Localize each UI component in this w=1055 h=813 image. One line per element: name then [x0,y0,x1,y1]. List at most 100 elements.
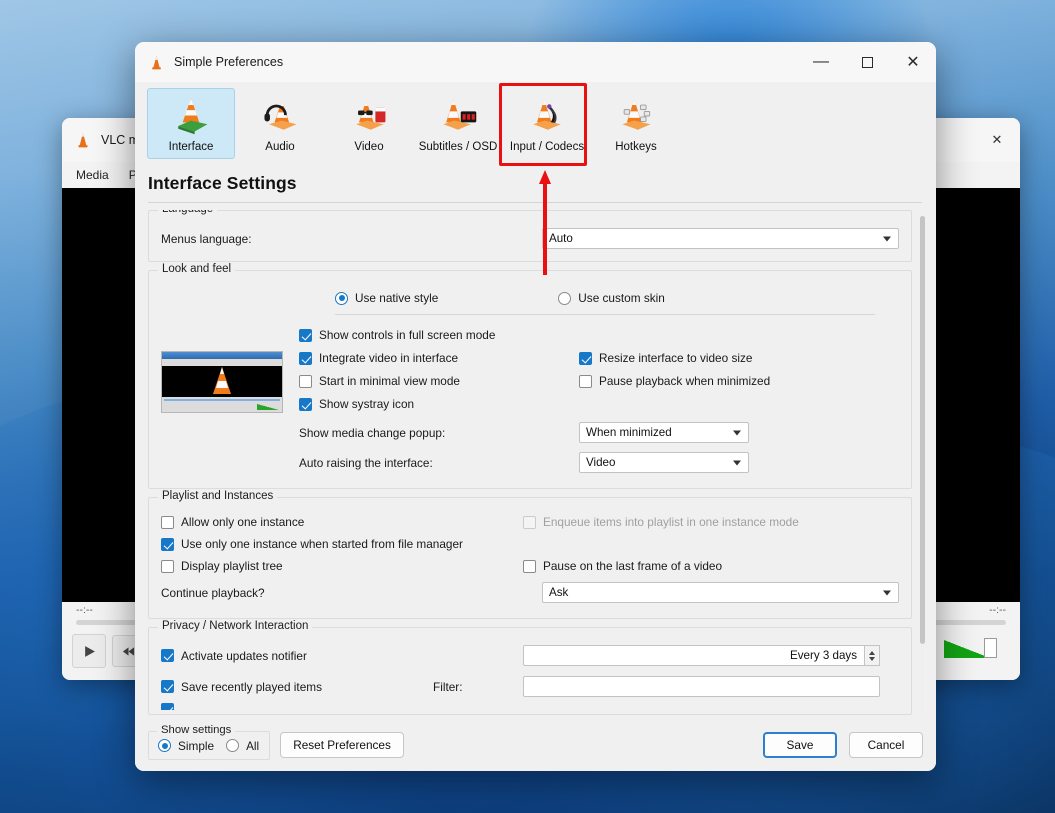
interface-preview-thumbnail [161,351,283,413]
tab-label: Input / Codecs [509,141,585,153]
tab-interface[interactable]: Interface [147,88,235,159]
settings-scrollbar[interactable] [917,210,928,717]
tab-label: Audio [265,141,295,153]
checkbox-enqueue-items: Enqueue items into playlist in one insta… [523,515,799,529]
preferences-tab-toolbar[interactable]: Interface Audio Video Subtitles / OSD In… [135,82,936,163]
checkbox-partial[interactable] [161,703,899,710]
show-settings-title: Show settings [157,723,236,736]
chevron-down-icon [883,590,891,595]
simple-preferences-dialog[interactable]: Simple Preferences — ✕ Interface Audio V… [135,42,936,771]
checkbox-indicator [161,537,174,551]
vlc-total-time: --:-- [989,604,1006,616]
radio-show-all[interactable]: All [226,739,259,753]
checkbox-one-instance-file-manager[interactable]: Use only one instance when started from … [161,537,463,551]
save-button[interactable]: Save [763,732,837,758]
show-settings-group: Show settings Simple All [148,723,271,760]
group-title: Playlist and Instances [158,490,278,502]
radio-indicator [558,291,572,305]
checkbox-label: Allow only one instance [181,515,305,529]
group-privacy-network: Privacy / Network Interaction Activate u… [148,620,912,715]
chevron-down-icon [733,460,741,465]
continue-playback-select[interactable]: Ask [542,582,899,603]
maximize-icon[interactable] [844,42,890,82]
checkbox-label: Integrate video in interface [319,351,459,365]
checkbox-show-controls-fullscreen[interactable]: Show controls in full screen mode [299,328,579,342]
stepper-down-icon[interactable] [869,656,875,661]
checkbox-pause-last-frame[interactable]: Pause on the last frame of a video [523,559,722,573]
media-popup-select[interactable]: When minimized [579,422,749,443]
vlc-volume-knob[interactable] [984,638,997,658]
vlc-play-button[interactable] [72,634,106,668]
vlc-volume-slider[interactable] [944,636,1006,658]
radio-use-custom-skin[interactable]: Use custom skin [558,291,665,305]
page-title: Interface Settings [148,173,297,193]
checkbox-systray-icon[interactable]: Show systray icon [299,397,579,411]
checkbox-pause-minimized[interactable]: Pause playback when minimized [579,374,770,388]
checkbox-display-playlist-tree[interactable]: Display playlist tree [161,559,523,573]
play-icon [84,645,95,657]
filter-input[interactable] [523,676,880,697]
group-look-and-feel: Look and feel Use native style Use custo… [148,263,912,489]
group-title: Look and feel [158,263,236,275]
checkbox-indicator [299,328,312,342]
previous-icon [122,646,134,656]
tab-hotkeys[interactable]: Hotkeys [592,88,680,159]
auto-raise-select[interactable]: Video [579,452,749,473]
continue-playback-value: Ask [549,586,569,599]
checkbox-label: Resize interface to video size [599,351,753,365]
radio-show-simple[interactable]: Simple [158,739,214,753]
checkbox-label: Display playlist tree [181,559,283,573]
tab-input-codecs[interactable]: Input / Codecs [503,88,591,159]
vlc-hotkeys-icon [622,99,651,130]
checkbox-indicator [299,351,312,365]
stepper-up-icon[interactable] [869,650,875,655]
updates-interval-stepper[interactable]: Every 3 days [523,645,880,666]
checkbox-indicator [523,559,536,573]
tab-subtitles-osd[interactable]: Subtitles / OSD [414,88,502,159]
auto-raise-label: Auto raising the interface: [299,455,433,470]
radio-label: Use custom skin [578,291,665,305]
checkbox-indicator [299,374,312,388]
vlc-window-controls[interactable]: ✕ [974,118,1020,162]
vlc-close-icon[interactable]: ✕ [974,118,1020,162]
vlc-menu-media[interactable]: Media [76,168,109,182]
checkbox-label: Pause on the last frame of a video [543,559,723,573]
vlc-cables-icon [533,99,561,130]
scrollbar-thumb[interactable] [920,216,925,644]
vlc-headphones-icon [264,100,297,130]
dialog-footer: Show settings Simple All Reset Preferenc… [135,719,936,771]
checkbox-label: Show controls in full screen mode [319,328,496,342]
radio-indicator [158,739,171,752]
dialog-window-controls[interactable]: — ✕ [798,42,936,82]
checkbox-resize-interface[interactable]: Resize interface to video size [579,351,752,365]
checkbox-label: Start in minimal view mode [319,374,460,388]
checkbox-allow-one-instance[interactable]: Allow only one instance [161,515,523,529]
vlc-transport-buttons[interactable] [72,634,144,668]
tab-video[interactable]: Video [325,88,413,159]
minimize-icon[interactable]: — [798,42,844,82]
stepper-arrows[interactable] [864,645,880,666]
continue-playback-label: Continue playback? [161,585,265,600]
tab-label: Subtitles / OSD [418,141,498,153]
checkbox-indicator [579,374,592,388]
media-popup-value: When minimized [586,426,672,439]
tab-audio[interactable]: Audio [236,88,324,159]
checkbox-save-recent-items[interactable]: Save recently played items [161,680,433,694]
close-icon[interactable]: ✕ [890,42,936,82]
radio-use-native-style[interactable]: Use native style [335,291,438,305]
style-divider [335,314,875,315]
menus-language-select[interactable]: Auto [542,228,899,249]
preferences-scroll-body[interactable]: Language Menus language: Auto Look and f… [135,203,936,719]
checkbox-label: Enqueue items into playlist in one insta… [543,515,799,529]
checkbox-label: Pause playback when minimized [599,374,771,388]
checkbox-updates-notifier[interactable]: Activate updates notifier [161,649,523,663]
preview-titlebar [162,352,282,359]
dialog-title: Simple Preferences [174,55,284,69]
cancel-button[interactable]: Cancel [849,732,923,758]
checkbox-minimal-view[interactable]: Start in minimal view mode [299,374,579,388]
checkbox-indicator [523,515,536,529]
checkbox-integrate-video[interactable]: Integrate video in interface [299,351,579,365]
group-language: Language Menus language: Auto [148,210,912,262]
maximize-square-icon [861,56,873,68]
reset-preferences-button[interactable]: Reset Preferences [280,732,404,758]
